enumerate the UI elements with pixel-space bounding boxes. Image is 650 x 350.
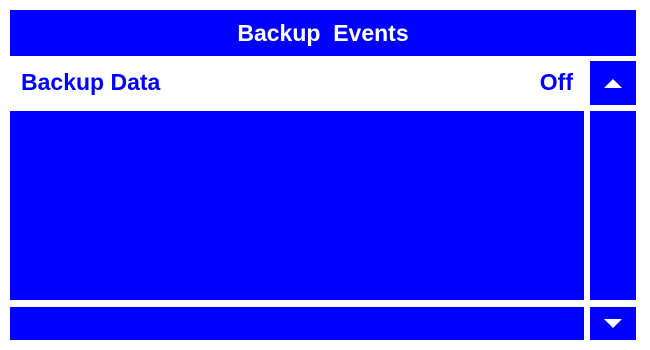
triangle-down-icon: [604, 319, 622, 328]
triangle-up-icon: [604, 78, 622, 88]
backup-data-value[interactable]: Off: [540, 58, 573, 106]
event-list-area: [10, 111, 584, 300]
scroll-down-button[interactable]: [590, 307, 636, 340]
page-title: Backup Events: [10, 10, 636, 56]
status-bar: [10, 307, 584, 340]
backup-data-label: Backup Data: [21, 69, 161, 95]
scrollbar-track[interactable]: [590, 111, 636, 300]
scroll-up-button[interactable]: [590, 61, 636, 105]
backup-data-row[interactable]: Backup Data Off: [10, 58, 584, 106]
